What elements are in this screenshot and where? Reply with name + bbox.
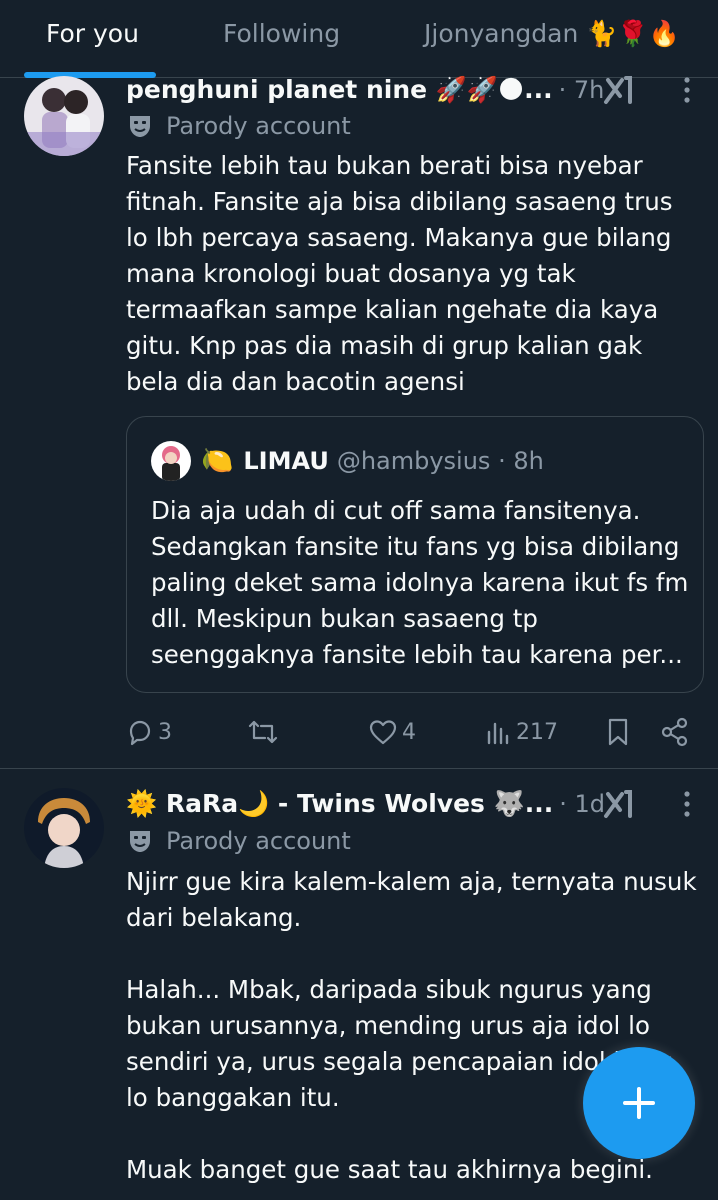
quote-header: 🍋 LIMAU @hambysius · 8h (151, 441, 544, 481)
timeline-tabs: For you Following Jjonyangdan 🐈🌹🔥 (0, 0, 718, 78)
repost-button[interactable] (247, 712, 283, 752)
view-count: 217 (516, 719, 558, 745)
quoted-post[interactable]: 🍋 LIMAU @hambysius · 8h Dia aja udah di … (126, 416, 704, 693)
reply-count: 3 (158, 719, 172, 745)
like-button[interactable]: 4 (368, 712, 416, 752)
grok-icon[interactable] (600, 72, 640, 108)
mask-icon (130, 831, 150, 852)
parody-label: Parody account (126, 110, 351, 142)
grok-icon[interactable] (600, 786, 640, 822)
mask-icon (130, 116, 150, 137)
share-button[interactable] (660, 712, 694, 752)
views-icon (487, 722, 509, 745)
post-time[interactable]: · 1d (559, 790, 605, 818)
quote-avatar (151, 441, 191, 481)
post-header: 🌞 RaRa🌙 - Twins Wolves 🐺... · 1d (126, 786, 605, 822)
post-header: penghuni planet nine 🚀🚀🌑... · 7h (126, 72, 604, 108)
post-actions: 3 4 217 (0, 712, 718, 752)
reply-button[interactable]: 3 (126, 712, 172, 752)
repost-icon (248, 720, 278, 744)
compose-button[interactable] (583, 1047, 695, 1159)
parody-label: Parody account (126, 825, 351, 857)
more-icon[interactable] (672, 72, 702, 108)
quote-text: Dia aja udah di cut off sama fansitenya.… (151, 496, 697, 669)
timeline-screen: For you Following Jjonyangdan 🐈🌹🔥 penghu… (0, 0, 718, 1200)
bookmark-button[interactable] (604, 712, 636, 752)
tab-for-you[interactable]: For you (46, 18, 139, 50)
parody-label-text: Parody account (166, 827, 351, 855)
quote-handle-time: @hambysius · 8h (336, 447, 544, 475)
parody-label-text: Parody account (166, 112, 351, 140)
bookmark-icon (608, 718, 628, 746)
heart-icon (369, 720, 397, 745)
views-button[interactable]: 217 (484, 712, 558, 752)
display-name[interactable]: penghuni planet nine 🚀🚀🌑... (126, 75, 553, 105)
quote-display-name: LIMAU (243, 447, 329, 475)
reply-icon (129, 720, 151, 746)
like-count: 4 (402, 719, 416, 745)
post-divider (0, 768, 718, 769)
post-time[interactable]: · 7h (559, 76, 605, 104)
avatar[interactable] (24, 788, 104, 868)
tab-jjonyangdan[interactable]: Jjonyangdan 🐈🌹🔥 (424, 18, 680, 50)
display-name[interactable]: 🌞 RaRa🌙 - Twins Wolves 🐺... (126, 789, 553, 819)
share-icon (661, 717, 688, 747)
avatar[interactable] (24, 76, 104, 156)
quote-emoji: 🍋 (201, 446, 234, 476)
more-icon[interactable] (672, 786, 702, 822)
post-text: Fansite lebih tau bukan berati bisa nyeb… (126, 151, 681, 396)
plus-icon (623, 1087, 655, 1119)
tab-following[interactable]: Following (223, 18, 340, 50)
